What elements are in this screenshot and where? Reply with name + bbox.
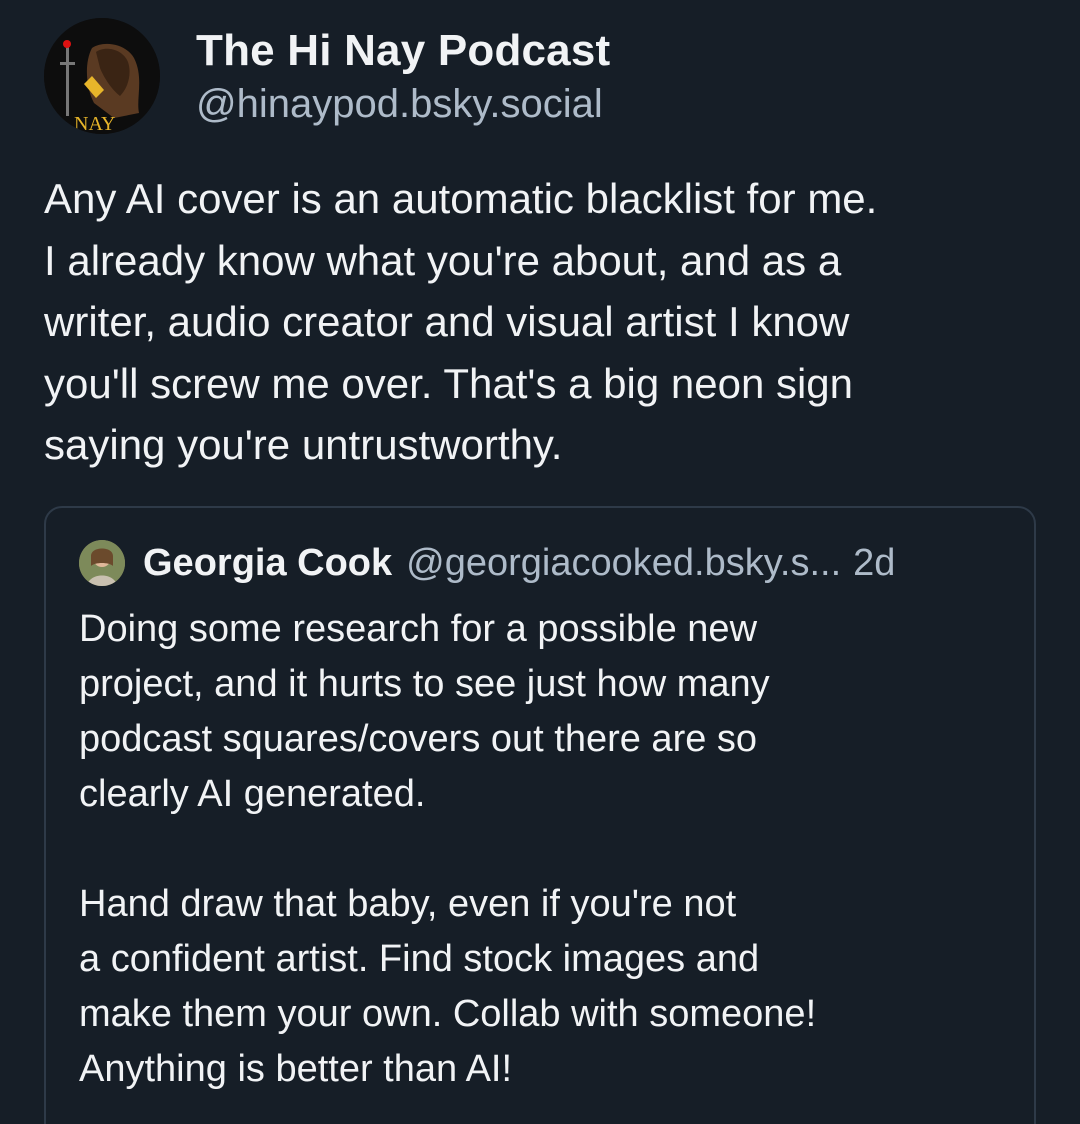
post-body-line: you'll screw me over. That's a big neon … <box>44 359 854 407</box>
quoted-author-name[interactable]: Georgia Cook <box>143 542 392 585</box>
quoted-author-avatar[interactable] <box>79 540 125 586</box>
quoted-body-line: Hand draw that baby, even if you're not <box>79 883 737 925</box>
quoted-body-line: clearly AI generated. <box>79 773 426 815</box>
post-body-line: saying you're untrustworthy. <box>44 421 563 468</box>
post-author-text: The Hi Nay Podcast @hinaypod.bsky.social <box>196 26 610 128</box>
avatar-logo-text: NAY <box>74 113 116 134</box>
podcast-logo-icon: NAY <box>44 18 160 134</box>
quoted-body-line: a confident artist. Find stock images an… <box>79 938 760 980</box>
quoted-post-card[interactable]: Georgia Cook @georgiacooked.bsky.s... 2d… <box>44 506 1036 1124</box>
quoted-body-line: Doing some research for a possible new <box>79 608 758 650</box>
quoted-post-timestamp: 2d <box>853 541 896 584</box>
post-body-line: writer, audio creator and visual artist … <box>44 298 850 345</box>
post-body-line: I already know what you're about, and as… <box>44 236 842 284</box>
post-author-handle[interactable]: @hinaypod.bsky.social <box>196 80 610 128</box>
quoted-post-header: Georgia Cook @georgiacooked.bsky.s... 2d <box>79 540 895 586</box>
quoted-post-body: Doing some research for a possible new p… <box>79 602 1019 1097</box>
post-body: Any AI cover is an automatic blacklist f… <box>44 168 1044 476</box>
podcast-logo-avatar[interactable]: NAY <box>44 18 160 134</box>
quoted-body-line: make them your own. Collab with someone! <box>79 993 817 1035</box>
user-avatar-icon <box>79 540 125 586</box>
quoted-author-handle[interactable]: @georgiacooked.bsky.s... <box>406 542 841 585</box>
post-author-name[interactable]: The Hi Nay Podcast <box>196 26 610 76</box>
post: NAY The Hi Nay Podcast @hinaypod.bsky.so… <box>0 0 1080 1124</box>
post-author-row[interactable]: NAY The Hi Nay Podcast @hinaypod.bsky.so… <box>44 18 610 134</box>
quoted-body-line: Anything is better than AI! <box>79 1048 513 1090</box>
post-body-line: Any AI cover is an automatic blacklist f… <box>44 175 878 222</box>
quoted-body-line: project, and it hurts to see just how ma… <box>79 663 770 705</box>
quoted-body-line: podcast squares/covers out there are so <box>79 718 758 760</box>
